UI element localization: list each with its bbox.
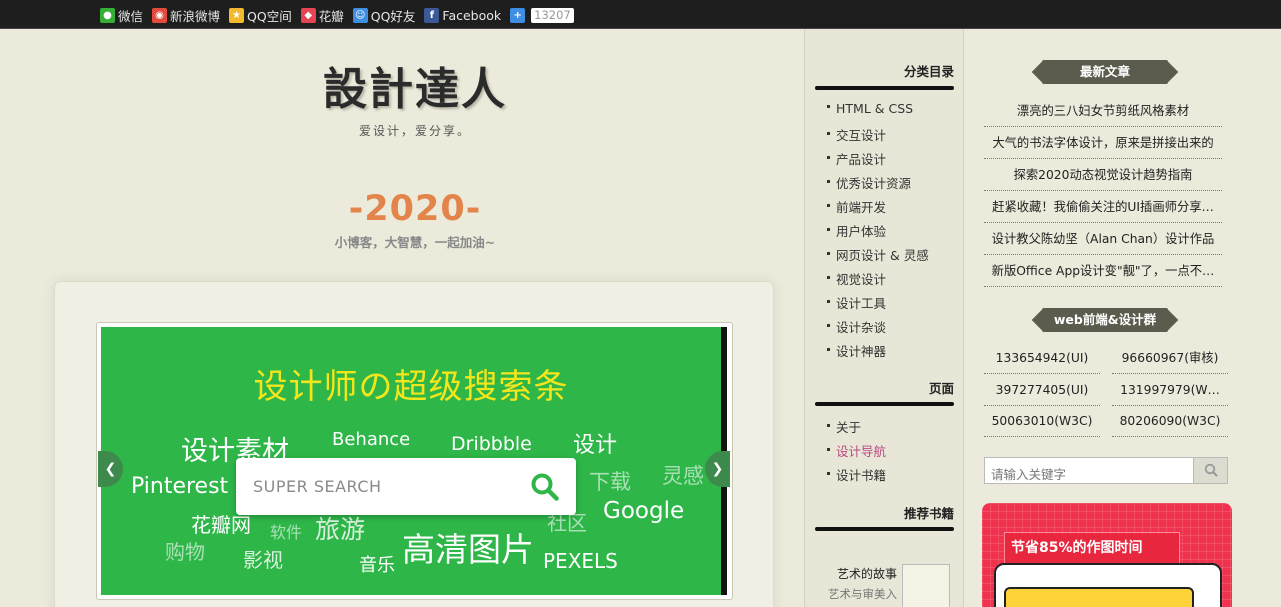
books-heading: 推荐书籍 [903, 506, 954, 521]
share-qq[interactable]: ☺ QQ好友 [352, 6, 416, 25]
article-link[interactable]: 漂亮的三八妇女节剪纸风格素材 [984, 99, 1222, 127]
site-logo[interactable]: 設計達人 爱设计，爱分享。 [300, 62, 530, 139]
category-link[interactable]: 设计杂谈 [827, 317, 886, 336]
group-link[interactable]: 50063010(W3C) [984, 409, 1100, 437]
categories-heading: 分类目录 [903, 64, 954, 79]
share-more-button[interactable]: + [510, 8, 528, 23]
share-label: QQ空间 [247, 9, 292, 24]
article-link[interactable]: 赶紧收藏！我偷偷关注的UI插画师分享… [984, 195, 1222, 223]
search-input[interactable]: 请输入关键字 [991, 464, 1066, 483]
facebook-icon: f [424, 8, 440, 23]
banner-word: 旅游 [315, 515, 366, 544]
latest-articles-heading: 最新文章 [1042, 60, 1168, 84]
article-link[interactable]: 新版Office App设计变"靓"了，一点不… [984, 259, 1222, 287]
heading-divider [815, 527, 954, 531]
plus-icon: + [510, 8, 526, 23]
group-link[interactable]: 80206090(W3C) [1112, 409, 1228, 437]
banner-word: 下载 [589, 470, 631, 494]
share-label: Facebook [442, 8, 502, 23]
category-link[interactable]: 产品设计 [827, 149, 886, 168]
banner-title: 设计师の超级搜索条 [253, 367, 569, 407]
share-count: 13207 [531, 8, 574, 23]
share-label: 花瓣 [318, 9, 344, 24]
share-facebook[interactable]: f Facebook [424, 8, 501, 23]
banner-word: Behance [332, 429, 411, 450]
category-link[interactable]: 网页设计 & 灵感 [827, 245, 929, 264]
article-link[interactable]: 设计教父陈幼坚（Alan Chan）设计作品 [984, 227, 1222, 255]
banner-word: 灵感 [662, 464, 704, 488]
chevron-left-icon: ❮ [104, 461, 117, 477]
category-link[interactable]: 优秀设计资源 [827, 173, 911, 192]
share-label: 新浪微博 [170, 9, 221, 24]
category-link[interactable]: 前端开发 [827, 197, 886, 216]
banner-word: 设计 [573, 433, 618, 458]
banner-word: 高清图片 [402, 530, 534, 569]
banner-word: 购物 [165, 540, 205, 564]
heading-divider [815, 402, 954, 406]
ad-inner-box [1004, 587, 1194, 607]
book-cover-image[interactable] [902, 564, 950, 607]
banner-word: Dribbble [451, 433, 532, 455]
qq-icon: ☺ [352, 8, 368, 23]
weibo-icon: ◉ [152, 8, 168, 23]
sidebar-search: 请输入关键字 [984, 457, 1228, 484]
ad-banner[interactable]: 节省85%的作图时间 [982, 503, 1232, 607]
category-link[interactable]: 交互设计 [827, 125, 886, 144]
search-button[interactable] [1193, 458, 1227, 483]
banner-word: Google [603, 498, 685, 524]
groups-heading: web前端&设计群 [1042, 308, 1168, 332]
banner-word: 影视 [243, 548, 283, 572]
article-link[interactable]: 探索2020动态视觉设计趋势指南 [984, 163, 1222, 191]
motto-text: 小博客，大智慧，一起加油~ [334, 235, 496, 250]
page-link[interactable]: 关于 [827, 417, 861, 436]
group-link[interactable]: 397277405(UI) [984, 378, 1100, 406]
share-list: ● 微信 ◉ 新浪微博 ★ QQ空间 ◆ 花瓣 ☺ QQ好友 f Faceboo… [100, 6, 574, 25]
share-weibo[interactable]: ◉ 新浪微博 [152, 6, 220, 25]
banner-word: PEXELS [543, 549, 618, 573]
share-huaban[interactable]: ◆ 花瓣 [300, 6, 344, 25]
banner-word: 音乐 [359, 555, 395, 576]
share-label: QQ好友 [370, 9, 416, 24]
pages-heading: 页面 [928, 381, 954, 396]
site-title: 設計達人 [323, 64, 507, 115]
groups-heading-label: web前端&设计群 [1053, 312, 1157, 327]
search-icon [531, 473, 559, 501]
banner-search-placeholder: SUPER SEARCH [253, 477, 382, 496]
share-qzone[interactable]: ★ QQ空间 [229, 6, 292, 25]
page-link[interactable]: 设计书籍 [827, 465, 886, 484]
category-link[interactable]: 设计工具 [827, 293, 886, 312]
year-label: -2020- [348, 189, 482, 229]
banner-word: Pinterest [131, 474, 229, 499]
site-subtitle: 爱设计，爱分享。 [358, 124, 471, 138]
chevron-right-icon: ❯ [711, 461, 724, 477]
banner-image[interactable]: 设计师の超级搜索条 设计素材 Behance Dribbble 设计 Pinte… [101, 327, 727, 595]
book-title[interactable]: 艺术的故事 [815, 565, 897, 582]
banner-word: 软件 [270, 523, 303, 542]
book-subtitle: 艺术与审美入 [828, 587, 897, 601]
category-link[interactable]: HTML & CSS [827, 101, 913, 116]
group-link[interactable]: 131997979(W… [1112, 378, 1228, 406]
share-label: 微信 [118, 9, 144, 24]
huaban-icon: ◆ [300, 8, 316, 23]
article-link[interactable]: 大气的书法字体设计，原来是拼接出来的 [984, 131, 1222, 159]
category-link[interactable]: 视觉设计 [827, 269, 886, 288]
heading-divider [815, 86, 954, 90]
search-icon [1204, 463, 1218, 477]
category-link[interactable]: 设计神器 [827, 341, 886, 360]
share-wechat[interactable]: ● 微信 [100, 6, 143, 25]
banner-search-box[interactable]: SUPER SEARCH [236, 458, 576, 515]
category-link[interactable]: 用户体验 [827, 221, 886, 240]
wechat-icon: ● [100, 8, 115, 23]
group-link[interactable]: 133654942(UI) [984, 346, 1100, 374]
group-link[interactable]: 96660967(审核) [1112, 346, 1228, 374]
latest-heading-label: 最新文章 [1079, 64, 1130, 79]
page-link[interactable]: 设计导航 [827, 441, 886, 460]
qzone-icon: ★ [229, 8, 245, 23]
share-bar: ● 微信 ◉ 新浪微博 ★ QQ空间 ◆ 花瓣 ☺ QQ好友 f Faceboo… [0, 0, 1281, 29]
ad-tag: 节省85%的作图时间 [1004, 532, 1180, 564]
